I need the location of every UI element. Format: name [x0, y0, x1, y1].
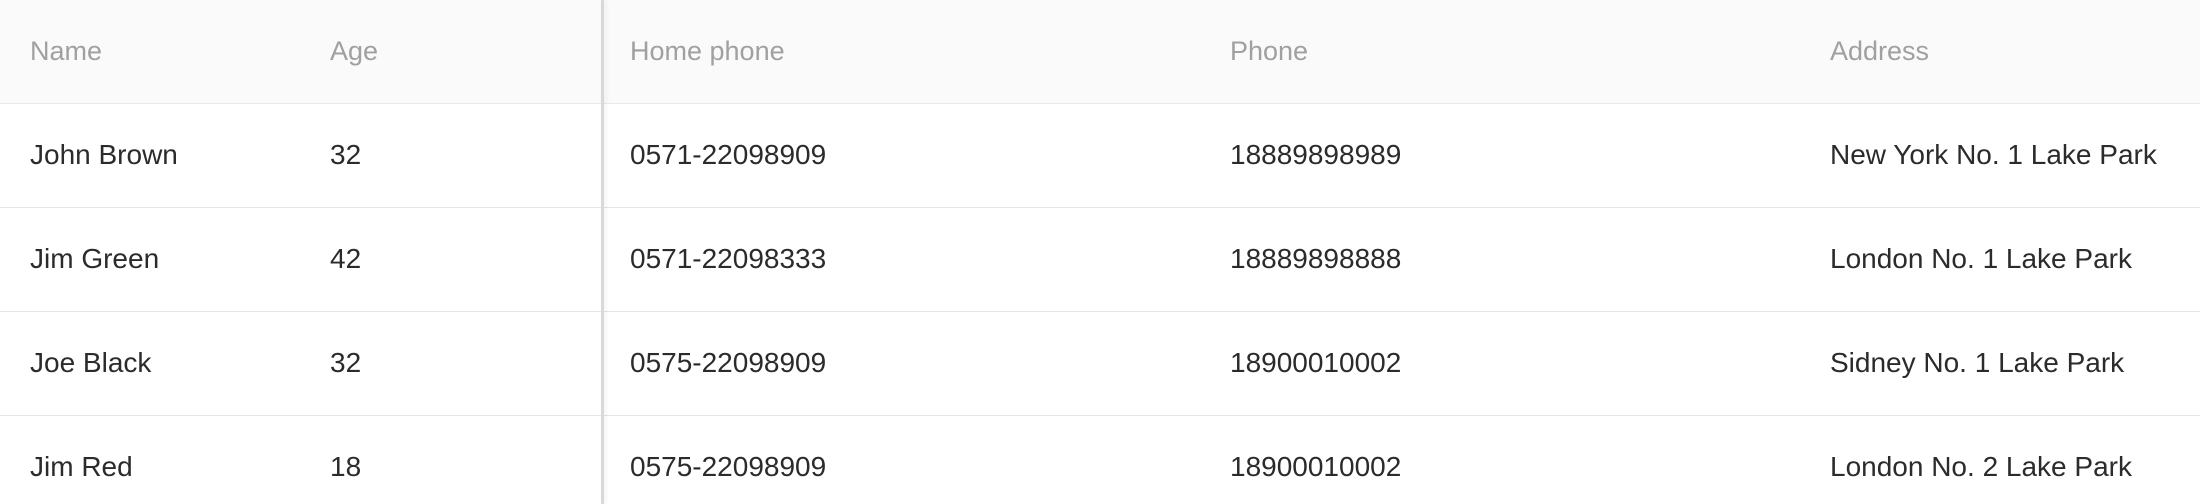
cell-name: Joe Black — [0, 311, 300, 416]
cell-name: Jim Red — [30, 451, 133, 483]
cell-home-phone: 0571-22098333 — [600, 207, 1200, 312]
cell-address: New York No. 1 Lake Park — [1800, 103, 2200, 208]
cell-age: 42 — [300, 207, 600, 312]
table-body: John Brown 32 0571-22098909 18889898989 … — [0, 103, 2200, 504]
table-row[interactable]: Jim Red 18 0575-22098909 18900010002 Lon… — [0, 415, 2200, 504]
cell-age: 32 — [300, 311, 600, 416]
cell-address: Sidney No. 1 Lake Park — [1800, 311, 2200, 416]
cell-home-phone: 0571-22098909 — [600, 103, 1200, 208]
table: Name Age Home phone Phone Address John B… — [0, 0, 2200, 504]
cell-age: 18 — [330, 451, 362, 483]
column-header-address[interactable]: Address — [1800, 0, 2200, 104]
cell-name: Jim Green — [0, 207, 300, 312]
column-header-age[interactable]: Age — [300, 0, 600, 104]
table-row[interactable]: Joe Black 32 0575-22098909 18900010002 S… — [0, 311, 2200, 416]
column-header-phone[interactable]: Phone — [1200, 0, 1800, 104]
cell-home-phone: 0575-22098909 — [600, 311, 1200, 416]
header-row: Name Age Home phone Phone Address — [0, 0, 2200, 104]
column-header-home-phone[interactable]: Home phone — [600, 0, 1200, 104]
cell-age: 32 — [300, 103, 600, 208]
cell-address: London No. 1 Lake Park — [1800, 207, 2200, 312]
data-table: Name Age Home phone Phone Address John B… — [0, 0, 2200, 504]
fixed-column-divider — [601, 0, 604, 504]
cell-phone: 18900010002 — [1200, 311, 1800, 416]
cell-phone: 18889898989 — [1200, 103, 1800, 208]
cell-phone: 18889898888 — [1200, 207, 1800, 312]
table-row[interactable]: Jim Green 42 0571-22098333 18889898888 L… — [0, 207, 2200, 312]
cell-name: John Brown — [0, 103, 300, 208]
cell-phone: 18900010002 — [1230, 451, 1402, 483]
table-header: Name Age Home phone Phone Address — [0, 0, 2200, 104]
cell-home-phone: 0575-22098909 — [630, 451, 827, 483]
column-header-name[interactable]: Name — [0, 0, 300, 104]
table-row[interactable]: John Brown 32 0571-22098909 18889898989 … — [0, 103, 2200, 208]
cell-address: London No. 2 Lake Park — [1830, 451, 2132, 483]
